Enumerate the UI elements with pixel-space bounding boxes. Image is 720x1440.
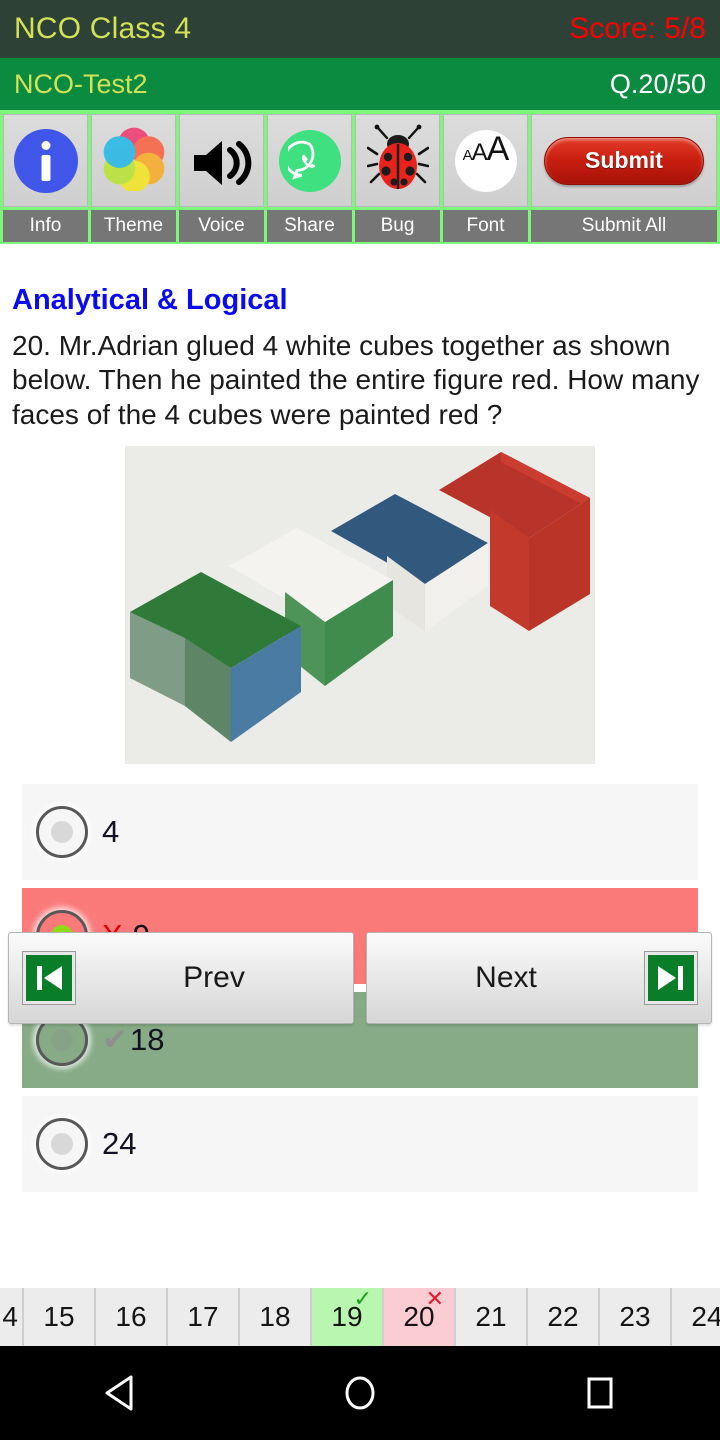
app-title: NCO Class 4: [14, 12, 192, 45]
question-number: 17: [187, 1301, 219, 1332]
question-number-cell[interactable]: ✓ 19: [312, 1288, 384, 1346]
question-number-strip[interactable]: 4 15 16 17 18 ✓ 19 ✕ 20 21 22 23 24: [0, 1288, 720, 1346]
toolbar-button-theme[interactable]: [91, 114, 176, 207]
question-number: 22: [547, 1301, 579, 1332]
option-value: 24: [102, 1126, 137, 1162]
question-number-cell[interactable]: 23: [600, 1288, 672, 1346]
radio-button[interactable]: [36, 806, 88, 859]
toolbar-button-font[interactable]: AAA: [443, 114, 528, 207]
prev-label: Prev: [183, 961, 245, 994]
question-number: 23: [619, 1301, 651, 1332]
option-value: 4: [102, 814, 120, 850]
question-number: 4: [2, 1301, 18, 1332]
question-number: 15: [43, 1301, 75, 1332]
question-number: 16: [115, 1301, 147, 1332]
info-icon: [13, 128, 78, 193]
status-bar: NCO Class 4 Score: 5/8: [0, 0, 720, 58]
submit-button[interactable]: Submit: [544, 136, 704, 185]
option-value: 18: [129, 1022, 165, 1058]
question-number: 21: [475, 1301, 507, 1332]
option-row[interactable]: 4: [22, 784, 698, 881]
correct-tick-icon: ✓: [353, 1288, 372, 1311]
wrong-cross-icon: ✕: [425, 1288, 444, 1311]
toolbar-button-voice[interactable]: [179, 114, 264, 207]
question-topic: Analytical & Logical: [12, 284, 288, 316]
score-display: Score: 5/8: [569, 12, 706, 45]
option-label: 4: [102, 814, 119, 850]
back-triangle-icon[interactable]: [97, 1370, 143, 1416]
palette-icon: [101, 125, 167, 196]
question-number-cell[interactable]: 22: [528, 1288, 600, 1346]
toolbar-label-voice[interactable]: Voice: [179, 210, 264, 242]
recents-square-icon[interactable]: [577, 1370, 623, 1416]
whatsapp-icon: [278, 129, 341, 192]
ladybug-icon: [366, 124, 429, 197]
question-number-cell[interactable]: 16: [96, 1288, 168, 1346]
question-number-cell[interactable]: 4: [0, 1288, 24, 1346]
toolbar-label-share[interactable]: Share: [267, 210, 352, 242]
option-row[interactable]: 24: [22, 1096, 698, 1193]
toolbar-labels: Info Theme Voice Share Bug Font Submit A…: [0, 210, 720, 244]
toolbar-label-bug[interactable]: Bug: [355, 210, 440, 242]
question-number-cell[interactable]: 17: [168, 1288, 240, 1346]
toolbar-button-share[interactable]: [267, 114, 352, 207]
question-counter: Q.20/50: [609, 68, 706, 99]
option-label: ✔ 18: [102, 1022, 164, 1058]
android-navigation-bar: [0, 1346, 720, 1440]
option-label: 24: [102, 1126, 136, 1162]
speaker-icon: [190, 137, 254, 185]
question-number-cell[interactable]: 15: [24, 1288, 96, 1346]
prev-arrow-icon: [22, 951, 76, 1005]
next-arrow-icon: [644, 951, 698, 1005]
question-content: Analytical & Logical 20. Mr.Adrian glued…: [0, 254, 720, 1440]
test-name: NCO-Test2: [14, 68, 148, 99]
toolbar: AAA Submit: [0, 110, 720, 210]
toolbar-button-info[interactable]: [3, 114, 88, 207]
question-text: 20. Mr.Adrian glued 4 white cubes togeth…: [12, 330, 700, 430]
question-navigation: Prev Next: [0, 932, 720, 1024]
font-size-icon: AAA: [454, 129, 517, 192]
next-label: Next: [475, 961, 537, 994]
radio-button[interactable]: [36, 1118, 88, 1171]
prev-button[interactable]: Prev: [8, 932, 354, 1024]
correct-mark-icon: ✔: [102, 1022, 128, 1058]
question-number: 24: [691, 1301, 720, 1332]
question-figure-wrap: [0, 446, 720, 765]
test-bar: NCO-Test2 Q.20/50: [0, 58, 720, 110]
toolbar-label-font[interactable]: Font: [443, 210, 528, 242]
question-number: 18: [259, 1301, 291, 1332]
question-number-cell[interactable]: 24: [672, 1288, 720, 1346]
next-button[interactable]: Next: [366, 932, 712, 1024]
app-root: NCO Class 4 Score: 5/8 NCO-Test2 Q.20/50: [0, 0, 720, 1440]
toolbar-button-bug[interactable]: [355, 114, 440, 207]
toolbar-label-info[interactable]: Info: [3, 210, 88, 242]
toolbar-label-theme[interactable]: Theme: [91, 210, 176, 242]
question-number-cell[interactable]: ✕ 20: [384, 1288, 456, 1346]
question-number-cell[interactable]: 21: [456, 1288, 528, 1346]
cubes-figure: [125, 446, 595, 765]
toolbar-label-submit-all[interactable]: Submit All: [531, 210, 717, 242]
home-circle-icon[interactable]: [337, 1370, 383, 1416]
question-number-cell[interactable]: 18: [240, 1288, 312, 1346]
toolbar-button-submit-all[interactable]: Submit: [531, 114, 717, 207]
